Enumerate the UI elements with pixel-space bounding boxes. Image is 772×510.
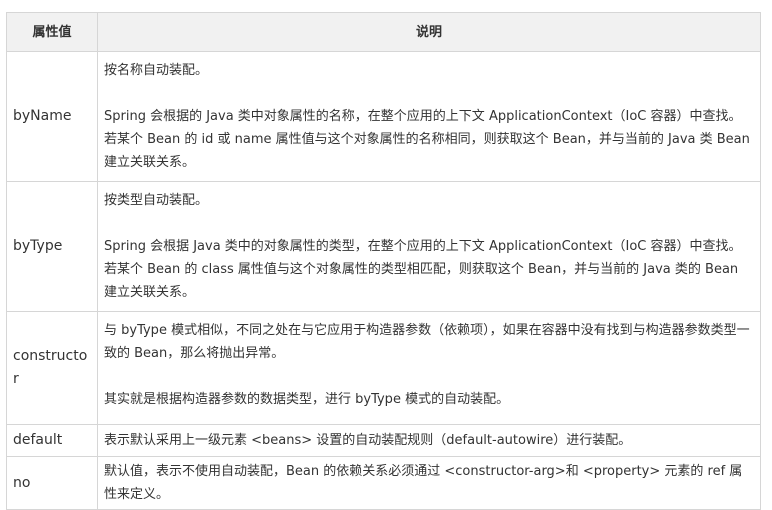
attribute-key-constructor: constructor bbox=[6, 311, 98, 425]
header-attribute-value: 属性值 bbox=[6, 12, 98, 52]
description-detail: 其实就是根据构造器参数的数据类型，进行 byType 模式的自动装配。 bbox=[104, 392, 510, 407]
description-summary: 表示默认采用上一级元素 <beans> 设置的自动装配规则（default-au… bbox=[104, 433, 632, 448]
description-summary: 默认值，表示不使用自动装配，Bean 的依赖关系必须通过 <constructo… bbox=[104, 464, 743, 502]
autowire-table-container: 属性值 说明 byName 按名称自动装配。 Spring 会根据的 Java … bbox=[6, 12, 761, 510]
table-row: default 表示默认采用上一级元素 <beans> 设置的自动装配规则（de… bbox=[6, 424, 761, 457]
attribute-key-no: no bbox=[6, 456, 98, 510]
attribute-description: 与 byType 模式相似，不同之处在与它应用于构造器参数（依赖项），如果在容器… bbox=[97, 311, 761, 425]
description-detail: Spring 会根据的 Java 类中对象属性的名称，在整个应用的上下文 App… bbox=[104, 109, 750, 170]
attribute-key-default: default bbox=[6, 424, 98, 457]
table-header-row: 属性值 说明 bbox=[6, 12, 761, 52]
description-detail: Spring 会根据 Java 类中的对象属性的类型，在整个应用的上下文 App… bbox=[104, 239, 742, 300]
attribute-description: 默认值，表示不使用自动装配，Bean 的依赖关系必须通过 <constructo… bbox=[97, 456, 761, 510]
autowire-attribute-table: 属性值 说明 byName 按名称自动装配。 Spring 会根据的 Java … bbox=[6, 12, 761, 510]
attribute-description: 按名称自动装配。 Spring 会根据的 Java 类中对象属性的名称，在整个应… bbox=[97, 51, 761, 182]
header-description: 说明 bbox=[97, 12, 761, 52]
table-row: byName 按名称自动装配。 Spring 会根据的 Java 类中对象属性的… bbox=[6, 51, 761, 182]
description-summary: 按名称自动装配。 bbox=[104, 63, 209, 78]
attribute-description: 表示默认采用上一级元素 <beans> 设置的自动装配规则（default-au… bbox=[97, 424, 761, 457]
table-row: constructor 与 byType 模式相似，不同之处在与它应用于构造器参… bbox=[6, 311, 761, 425]
table-row: byType 按类型自动装配。 Spring 会根据 Java 类中的对象属性的… bbox=[6, 181, 761, 312]
description-summary: 按类型自动装配。 bbox=[104, 193, 209, 208]
table-row: no 默认值，表示不使用自动装配，Bean 的依赖关系必须通过 <constru… bbox=[6, 456, 761, 510]
description-summary: 与 byType 模式相似，不同之处在与它应用于构造器参数（依赖项），如果在容器… bbox=[104, 323, 750, 361]
attribute-description: 按类型自动装配。 Spring 会根据 Java 类中的对象属性的类型，在整个应… bbox=[97, 181, 761, 312]
attribute-key-bytype: byType bbox=[6, 181, 98, 312]
attribute-key-byname: byName bbox=[6, 51, 98, 182]
